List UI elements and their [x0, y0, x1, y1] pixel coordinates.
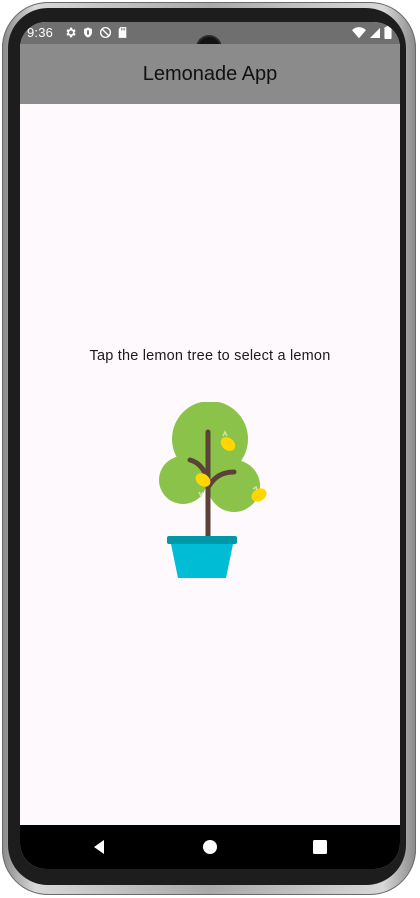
home-icon [203, 840, 217, 854]
back-button[interactable] [90, 837, 110, 857]
settings-icon [66, 27, 76, 38]
back-icon [94, 840, 104, 854]
status-time: 9:36 [27, 25, 54, 40]
battery-icon [384, 26, 392, 39]
signal-icon [370, 27, 380, 38]
home-button[interactable] [200, 837, 220, 857]
lemon-tree-icon [159, 401, 267, 578]
recents-button[interactable] [310, 837, 330, 857]
screen: 9:36 Lemonade App Tap the lemon tree to … [20, 22, 400, 869]
app-bar: Lemonade App [20, 44, 400, 104]
app-title: Lemonade App [142, 63, 278, 85]
recents-icon [313, 840, 327, 854]
instruction-text: Tap the lemon tree to select a lemon [89, 348, 331, 364]
wifi-icon [352, 26, 366, 38]
no-disturb-icon [99, 26, 112, 39]
status-right-icons [352, 26, 392, 39]
lemon-tree-button[interactable] [152, 401, 268, 578]
status-left-icons [64, 26, 128, 39]
main-content: Tap the lemon tree to select a lemon [20, 104, 400, 825]
navigation-bar [20, 825, 400, 869]
shield-icon [84, 27, 92, 38]
sd-card-icon [118, 27, 127, 38]
